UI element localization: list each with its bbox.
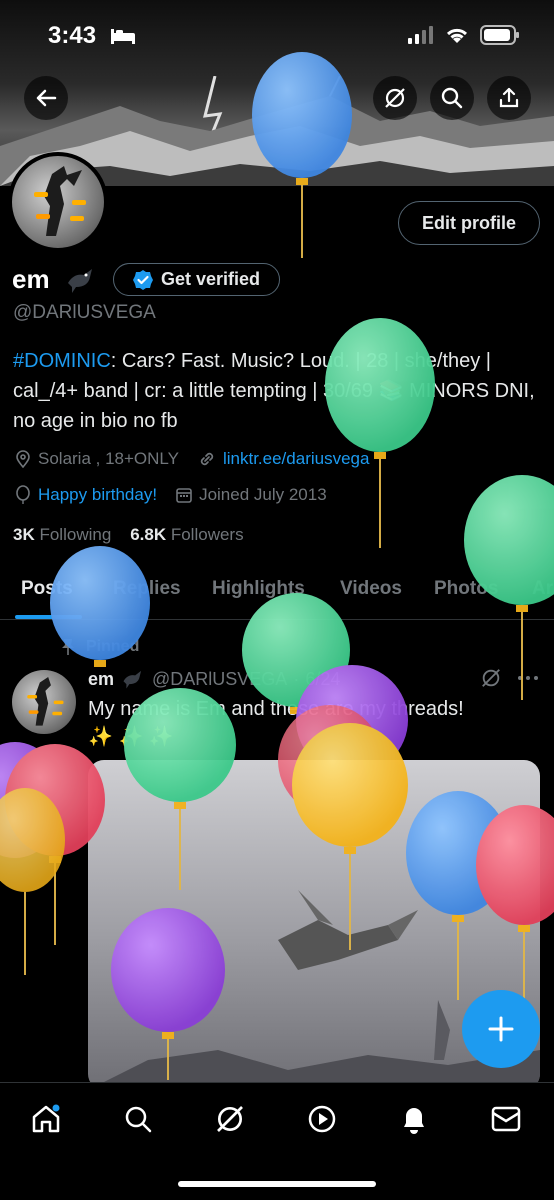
grok-icon[interactable] (480, 667, 502, 689)
get-verified-label: Get verified (161, 269, 261, 289)
tab-highlights[interactable]: Highlights (212, 578, 305, 600)
wifi-icon (446, 28, 468, 43)
get-verified-button[interactable]: Get verified (113, 263, 280, 296)
profile-avatar[interactable] (8, 152, 108, 252)
active-tab-indicator (15, 615, 82, 619)
nav-messages[interactable] (488, 1101, 524, 1137)
post-body: My name is Em and these are my threads! (88, 698, 464, 720)
pin-icon (62, 639, 74, 655)
nav-notifications[interactable] (396, 1101, 432, 1137)
profile-tabs: Posts Replies Highlights Videos Photos A… (0, 568, 554, 620)
search-button[interactable] (430, 76, 474, 120)
followers-link[interactable]: 6.8K Followers (130, 525, 243, 544)
bio-hashtag-link[interactable]: #DOMINIC (13, 350, 111, 372)
nav-explore[interactable] (120, 1101, 156, 1137)
followers-label: Followers (170, 525, 244, 544)
grok-button[interactable] (373, 76, 417, 120)
dragon-avatar-image (27, 676, 64, 726)
followers-count: 6.8K (130, 525, 167, 544)
post-text: My name is Em and these are my threads! … (88, 695, 528, 751)
bird-emoji-icon (123, 670, 142, 689)
grok-icon (217, 1106, 243, 1132)
profile-name: em (12, 264, 50, 294)
following-label: Following (39, 525, 112, 544)
cellular-signal-icon (408, 26, 433, 44)
post-sparkles: ✨ ✨ ✨ (88, 726, 174, 748)
dragon-avatar-image (34, 166, 86, 236)
battery-icon (480, 25, 519, 45)
tab-replies[interactable]: Replies (113, 578, 181, 600)
nav-home[interactable] (28, 1101, 64, 1137)
tab-videos[interactable]: Videos (340, 578, 402, 600)
edit-profile-button[interactable]: Edit profile (398, 201, 540, 245)
tab-articles[interactable]: Ar (532, 578, 553, 600)
profile-bio: #DOMINIC: Cars? Fast. Music? Loud. | 28 … (13, 346, 538, 436)
profile-handle: @DARlUSVEGA (13, 302, 156, 323)
pinned-indicator: Pinned (60, 638, 139, 656)
home-indicator (178, 1181, 376, 1187)
balloon-icon (16, 485, 30, 504)
location-text: Solaria , 18+ONLY (38, 449, 179, 468)
video-icon (308, 1105, 336, 1133)
pinned-label: Pinned (86, 638, 140, 655)
post-date: 6/24 (305, 668, 341, 689)
post-header: em @DARlUSVEGA · 6/24 (88, 668, 341, 690)
profile-link[interactable]: linktr.ee/dariusvega (223, 449, 369, 469)
tab-posts[interactable]: Posts (21, 578, 73, 600)
following-link[interactable]: 3K Following (13, 525, 111, 544)
following-count: 3K (13, 525, 35, 544)
status-bar: 3:43 (0, 0, 554, 70)
search-icon (441, 87, 463, 109)
post-author-avatar[interactable] (12, 670, 76, 734)
bird-emoji-icon (68, 269, 92, 293)
joined-text: Joined July 2013 (199, 485, 327, 504)
notifications-icon (404, 1108, 424, 1134)
share-icon (499, 87, 519, 108)
tab-photos[interactable]: Photos (434, 578, 498, 600)
nav-grok[interactable] (212, 1101, 248, 1137)
sleep-focus-icon (111, 29, 135, 44)
grok-icon (385, 88, 405, 108)
profile-meta-row-2: Happy birthday! Joined July 2013 (14, 485, 327, 505)
location-icon (16, 450, 30, 468)
home-icon (32, 1104, 60, 1133)
back-arrow-icon (36, 89, 57, 107)
post-author-name[interactable]: em (88, 669, 114, 690)
follow-counts: 3K Following 6.8K Followers (13, 525, 244, 545)
verified-badge-icon (133, 269, 153, 290)
back-button[interactable] (24, 76, 68, 120)
explore-icon (125, 1106, 152, 1133)
plus-icon (488, 1016, 514, 1042)
share-button[interactable] (487, 76, 531, 120)
status-time: 3:43 (48, 22, 97, 49)
link-icon (200, 452, 214, 466)
compose-post-button[interactable] (462, 990, 540, 1068)
profile-meta-row-1: Solaria , 18+ONLY linktr.ee/dariusvega (14, 449, 369, 469)
calendar-icon (176, 488, 192, 503)
birthday-text[interactable]: Happy birthday! (38, 485, 157, 505)
post-author-handle: @DARlUSVEGA (152, 668, 288, 689)
more-icon[interactable] (517, 674, 539, 682)
nav-video[interactable] (304, 1101, 340, 1137)
messages-icon (491, 1106, 521, 1132)
